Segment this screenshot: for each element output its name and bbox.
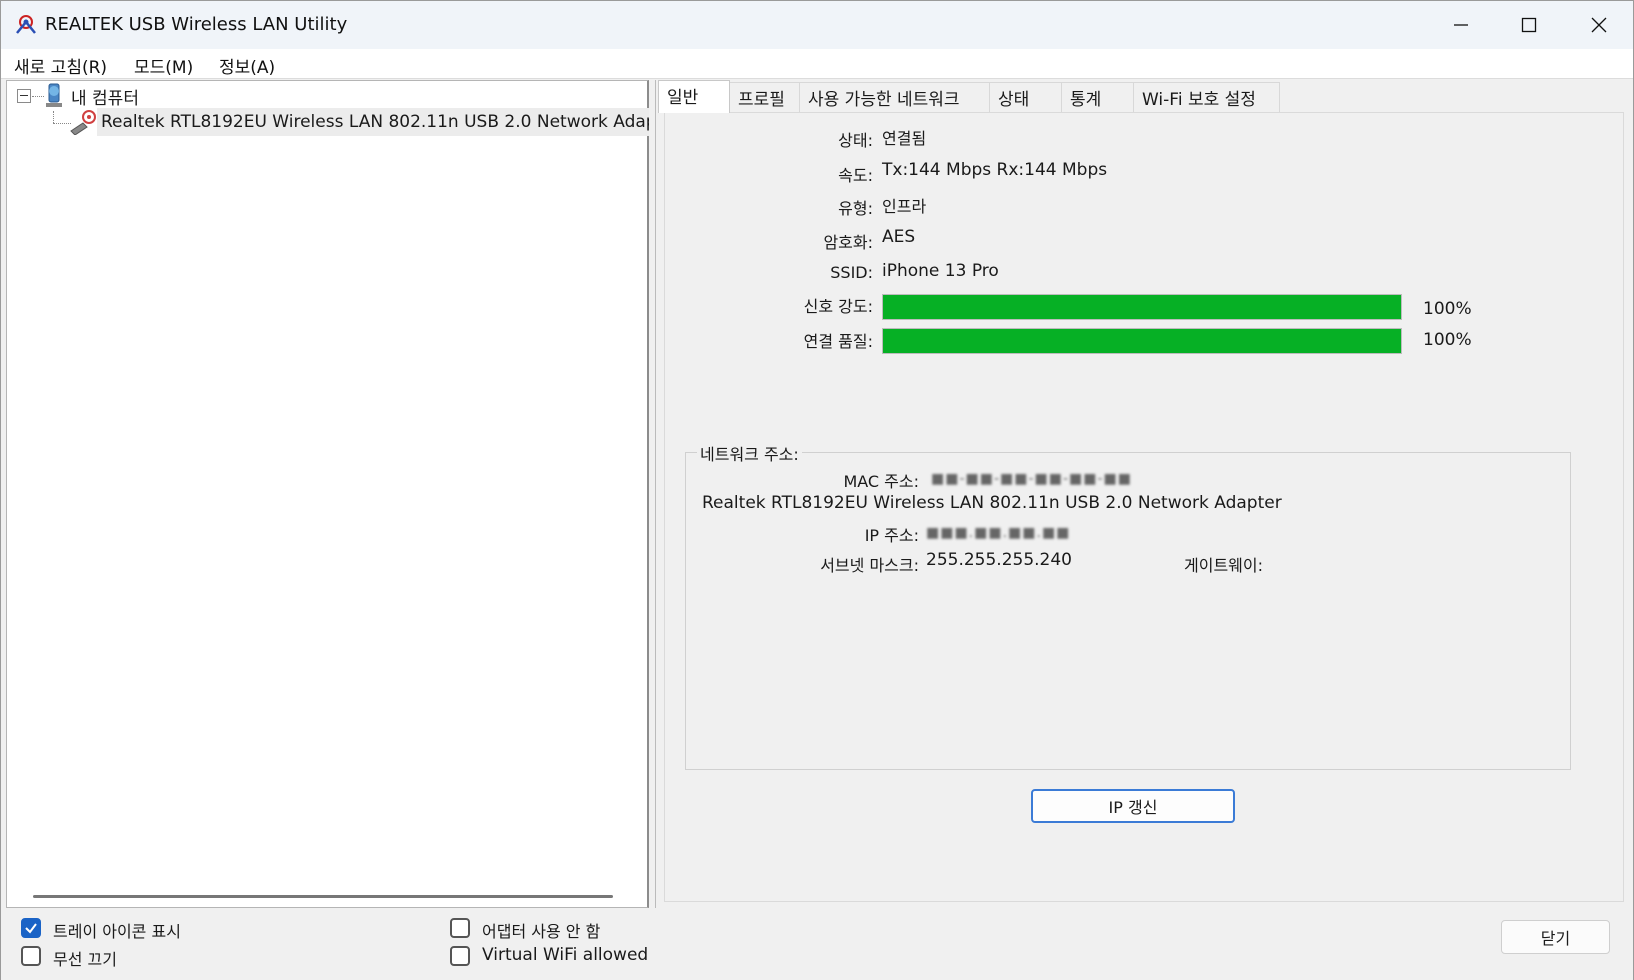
- tab-profile[interactable]: 프로필: [730, 82, 800, 112]
- status-label: 상태:: [838, 131, 873, 150]
- gateway-label: 게이트웨이:: [1184, 556, 1263, 575]
- speed-value: Tx:144 Mbps Rx:144 Mbps: [882, 160, 1108, 180]
- mac-address-label: MAC 주소:: [843, 472, 919, 491]
- tab-general[interactable]: 일반: [658, 80, 730, 113]
- tab-wps[interactable]: Wi-Fi 보호 설정: [1134, 82, 1280, 112]
- ip-renew-button[interactable]: IP 갱신: [1031, 789, 1235, 823]
- virtual-wifi-label[interactable]: Virtual WiFi allowed: [482, 945, 648, 965]
- subnet-mask-value: 255.255.255.240: [926, 550, 1073, 570]
- menu-bar: 새로 고침(R) 모드(M) 정보(A): [1, 49, 1633, 79]
- maximize-icon: [1521, 17, 1537, 33]
- app-window: REALTEK USB Wireless LAN Utility 새로 고침(R…: [0, 0, 1634, 980]
- radio-off-label[interactable]: 무선 끄기: [53, 946, 117, 970]
- checkmark-icon: [25, 923, 37, 934]
- maximize-button[interactable]: [1495, 1, 1563, 49]
- tray-icon-label[interactable]: 트레이 아이콘 표시: [53, 918, 181, 942]
- link-quality-fill: [883, 329, 1401, 353]
- tab-available-networks[interactable]: 사용 가능한 네트워크: [800, 82, 990, 112]
- tree-item-adapter[interactable]: Realtek RTL8192EU Wireless LAN 802.11n U…: [97, 108, 649, 136]
- adapter-tree-panel[interactable]: 내 컴퓨터 Realtek RTL8192EU Wireless LAN 802…: [6, 80, 649, 908]
- title-bar[interactable]: REALTEK USB Wireless LAN Utility: [1, 1, 1633, 49]
- minimize-button[interactable]: [1427, 1, 1495, 49]
- close-icon: [1591, 17, 1607, 33]
- minimize-icon: [1454, 24, 1468, 26]
- encryption-value: AES: [882, 227, 916, 247]
- link-quality-label: 연결 품질:: [803, 332, 873, 351]
- close-window-button[interactable]: [1565, 1, 1633, 49]
- tree-collapse-toggle[interactable]: [17, 89, 31, 103]
- tab-statistics[interactable]: 통계: [1062, 82, 1134, 112]
- ssid-label: SSID:: [830, 263, 873, 282]
- window-title: REALTEK USB Wireless LAN Utility: [45, 14, 348, 35]
- type-value: 인프라: [882, 197, 927, 216]
- ip-address-label: IP 주소:: [864, 526, 919, 545]
- tree-root-my-computer[interactable]: 내 컴퓨터: [71, 84, 139, 109]
- signal-strength-bar: [882, 294, 1402, 320]
- disable-adapter-label[interactable]: 어댑터 사용 안 함: [482, 918, 600, 942]
- usb-adapter-icon: [70, 110, 96, 135]
- close-button[interactable]: 닫기: [1501, 920, 1610, 954]
- disable-adapter-checkbox[interactable]: [450, 918, 470, 938]
- tab-status[interactable]: 상태: [990, 82, 1062, 112]
- link-quality-bar: [882, 328, 1402, 354]
- radio-off-checkbox[interactable]: [21, 946, 41, 966]
- realtek-app-icon: [16, 15, 36, 34]
- tray-icon-checkbox[interactable]: [21, 918, 41, 938]
- status-value: 연결됨: [882, 129, 927, 148]
- ip-address-value: ■■■.■■.■■.■■: [926, 525, 1071, 541]
- ssid-value: iPhone 13 Pro: [882, 261, 999, 281]
- menu-refresh[interactable]: 새로 고침(R): [14, 53, 107, 78]
- speed-label: 속도:: [838, 166, 873, 185]
- subnet-mask-label: 서브넷 마스크:: [820, 556, 919, 575]
- tab-strip: 일반 프로필 사용 가능한 네트워크 상태 통계 Wi-Fi 보호 설정: [656, 80, 1631, 113]
- signal-strength-fill: [883, 295, 1401, 319]
- computer-icon: [46, 83, 62, 107]
- menu-info[interactable]: 정보(A): [219, 53, 275, 78]
- link-quality-percent: 100%: [1423, 330, 1472, 350]
- type-label: 유형:: [838, 199, 873, 218]
- signal-strength-percent: 100%: [1423, 299, 1472, 319]
- menu-mode[interactable]: 모드(M): [134, 53, 193, 78]
- mac-address-value: ■■-■■-■■-■■-■■-■■: [931, 471, 1132, 487]
- encryption-label: 암호화:: [823, 233, 873, 252]
- adapter-name: Realtek RTL8192EU Wireless LAN 802.11n U…: [702, 493, 1282, 513]
- signal-strength-label: 신호 강도:: [803, 297, 873, 316]
- network-address-title: 네트워크 주소:: [697, 441, 802, 465]
- virtual-wifi-checkbox[interactable]: [450, 946, 470, 966]
- bottom-bar: [1, 908, 1633, 980]
- tree-connector-v: [53, 111, 54, 123]
- horizontal-scrollbar[interactable]: [33, 895, 613, 898]
